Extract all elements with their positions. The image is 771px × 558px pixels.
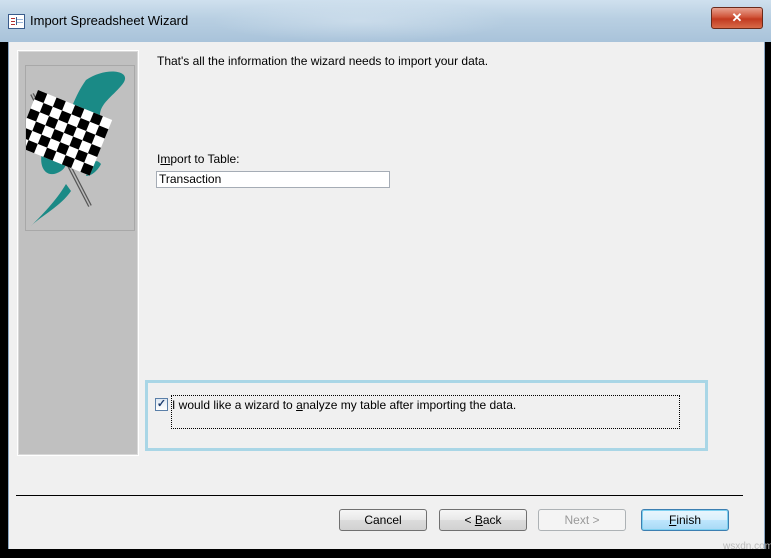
watermark-text: wsxdn.com	[723, 541, 771, 552]
finish-button[interactable]: Finish	[641, 509, 729, 531]
import-to-table-label: Import to Table:	[157, 152, 240, 166]
close-button[interactable]: ✕	[711, 7, 763, 29]
next-button[interactable]: Next >	[538, 509, 626, 531]
cancel-button[interactable]: Cancel	[339, 509, 427, 531]
title-bar-glass	[210, 0, 510, 42]
app-table-icon	[8, 14, 25, 29]
analyze-table-label[interactable]: I would like a wizard to analyze my tabl…	[172, 398, 516, 412]
wizard-info-text: That's all the information the wizard ne…	[157, 54, 489, 68]
checkered-flag-image	[15, 65, 135, 231]
table-name-input[interactable]	[156, 171, 390, 188]
wizard-body: That's all the information the wizard ne…	[8, 42, 765, 549]
back-button[interactable]: < Back	[439, 509, 527, 531]
title-bar[interactable]: Import Spreadsheet Wizard ✕	[0, 0, 771, 42]
analyze-table-checkbox[interactable]: ✓	[155, 398, 168, 411]
window-title: Import Spreadsheet Wizard	[30, 13, 189, 28]
checkered-flag-icon	[15, 71, 126, 226]
wizard-side-panel	[15, 50, 139, 456]
button-separator	[16, 495, 743, 496]
wizard-window: Import Spreadsheet Wizard ✕ That's all t…	[0, 0, 771, 558]
